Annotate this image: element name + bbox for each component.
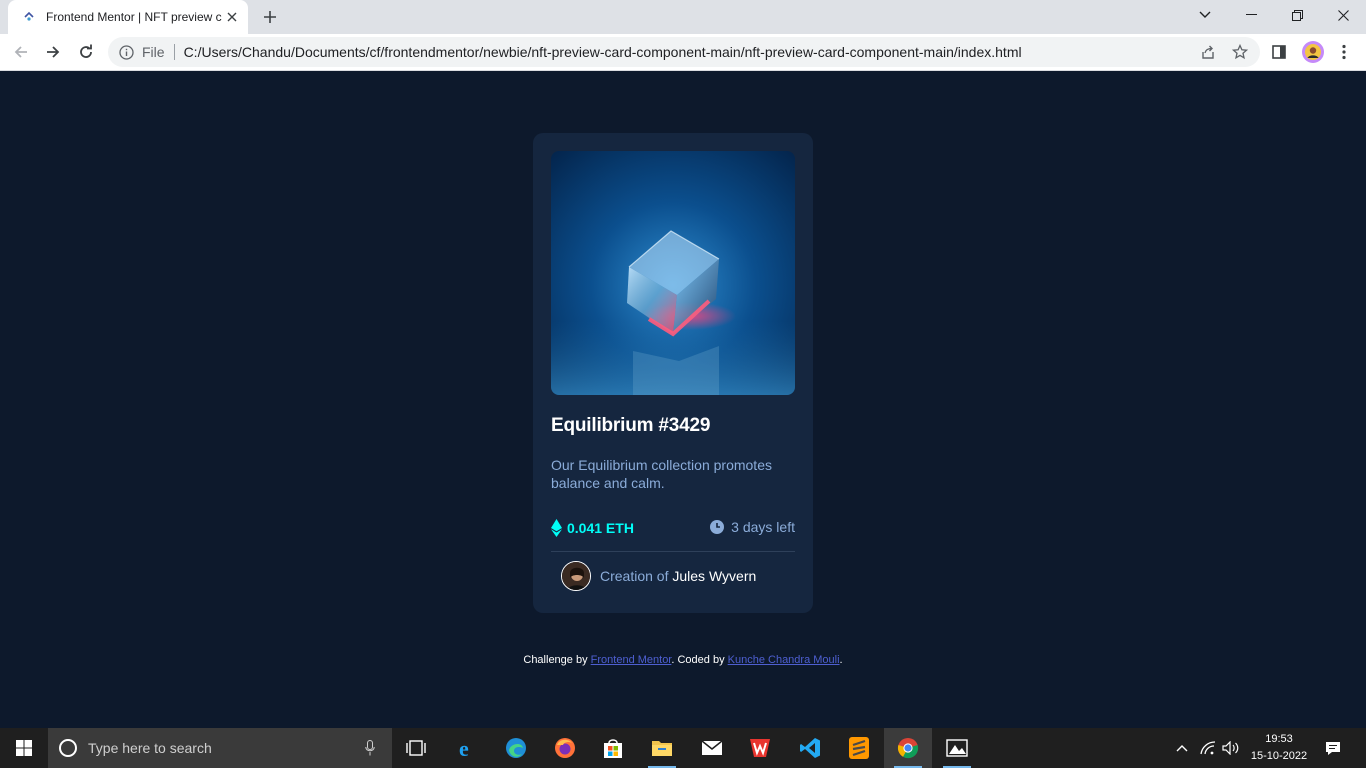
wps-office-icon[interactable] bbox=[736, 728, 784, 768]
firefox-icon[interactable] bbox=[541, 728, 589, 768]
mail-icon[interactable] bbox=[688, 728, 736, 768]
share-icon[interactable] bbox=[1200, 44, 1216, 60]
nft-title[interactable]: Equilibrium #3429 bbox=[551, 415, 710, 437]
microphone-icon[interactable] bbox=[362, 740, 378, 756]
frontend-mentor-link[interactable]: Frontend Mentor bbox=[591, 654, 672, 666]
attribution-middle: . Coded by bbox=[671, 654, 725, 666]
windows-start-icon[interactable] bbox=[0, 728, 48, 768]
ethereum-icon bbox=[551, 519, 562, 537]
microsoft-store-icon[interactable] bbox=[589, 728, 637, 768]
nft-description: Our Equilibrium collection promotes bala… bbox=[551, 457, 772, 491]
task-view-icon[interactable] bbox=[392, 728, 440, 768]
forward-arrow-icon[interactable] bbox=[40, 39, 66, 65]
time-left-value: 3 days left bbox=[731, 519, 795, 535]
browser-tabstrip: Frontend Mentor | NFT preview c bbox=[0, 0, 1366, 34]
file-explorer-icon[interactable] bbox=[638, 728, 686, 768]
attribution: Challenge by Frontend Mentor. Coded by K… bbox=[0, 654, 1366, 666]
taskbar-clock[interactable]: 19:53 15-10-2022 bbox=[1248, 731, 1310, 765]
card-divider bbox=[551, 551, 795, 552]
show-hidden-icons-chevron-icon[interactable] bbox=[1172, 728, 1192, 768]
minimize-button[interactable] bbox=[1228, 0, 1274, 30]
clock-time: 19:53 bbox=[1265, 733, 1293, 745]
browser-toolbar: File C:/Users/Chandu/Documents/cf/fronte… bbox=[0, 34, 1366, 71]
url-text[interactable]: C:/Users/Chandu/Documents/cf/frontendmen… bbox=[184, 44, 1022, 60]
creator-row: Creation of Jules Wyvern bbox=[561, 561, 756, 591]
url-scheme-label: File bbox=[142, 44, 165, 60]
browser-tab[interactable]: Frontend Mentor | NFT preview c bbox=[8, 0, 248, 34]
notification-center-icon[interactable] bbox=[1320, 728, 1346, 768]
reload-icon[interactable] bbox=[73, 39, 99, 65]
creator-name-link[interactable]: Jules Wyvern bbox=[672, 568, 756, 584]
chrome-icon[interactable] bbox=[884, 728, 932, 768]
price-row: 0.041 ETH bbox=[551, 519, 634, 537]
photos-app-icon[interactable] bbox=[933, 728, 981, 768]
wifi-icon[interactable] bbox=[1198, 728, 1218, 768]
attribution-suffix: . bbox=[839, 654, 843, 666]
creator-avatar bbox=[561, 561, 591, 591]
attribution-prefix: Challenge by bbox=[523, 654, 588, 666]
cortana-circle-icon bbox=[59, 739, 77, 757]
svg-text:e: e bbox=[459, 737, 469, 759]
restore-button[interactable] bbox=[1274, 0, 1320, 30]
edge-browser-icon[interactable] bbox=[492, 728, 540, 768]
tab-title: Frontend Mentor | NFT preview c bbox=[46, 10, 222, 24]
new-tab-button[interactable] bbox=[258, 5, 282, 29]
author-link[interactable]: Kunche Chandra Mouli bbox=[728, 654, 840, 666]
site-info-icon[interactable] bbox=[118, 44, 134, 60]
web-page: Equilibrium #3429 Our Equilibrium collec… bbox=[0, 71, 1366, 728]
nft-equilibrium-image[interactable] bbox=[551, 151, 795, 395]
address-bar[interactable]: File C:/Users/Chandu/Documents/cf/fronte… bbox=[108, 37, 1260, 67]
tab-search-chevron-icon[interactable] bbox=[1182, 0, 1228, 30]
back-arrow-icon[interactable] bbox=[8, 39, 34, 65]
frontend-mentor-favicon-icon bbox=[22, 10, 36, 24]
price-value: 0.041 ETH bbox=[567, 520, 634, 536]
vscode-icon[interactable] bbox=[786, 728, 834, 768]
profile-avatar[interactable] bbox=[1302, 41, 1324, 63]
windows-taskbar: Type here to search e 19:53 15-10-2022 bbox=[0, 728, 1366, 768]
sublime-text-icon[interactable] bbox=[835, 728, 883, 768]
clock-date: 15-10-2022 bbox=[1250, 750, 1308, 762]
bookmark-star-icon[interactable] bbox=[1232, 44, 1248, 60]
internet-explorer-icon[interactable]: e bbox=[443, 728, 491, 768]
search-placeholder: Type here to search bbox=[88, 740, 212, 756]
nft-card: Equilibrium #3429 Our Equilibrium collec… bbox=[533, 133, 813, 613]
omnibox-divider bbox=[173, 44, 175, 60]
side-panel-icon[interactable] bbox=[1270, 43, 1288, 61]
taskbar-search-box[interactable]: Type here to search bbox=[48, 728, 392, 768]
time-row: 3 days left bbox=[710, 519, 795, 535]
close-window-button[interactable] bbox=[1320, 0, 1366, 30]
volume-icon[interactable] bbox=[1220, 728, 1242, 768]
more-menu-icon[interactable] bbox=[1335, 43, 1353, 61]
tab-close-icon[interactable] bbox=[224, 9, 240, 25]
creator-label: Creation of Jules Wyvern bbox=[600, 568, 756, 584]
clock-icon bbox=[710, 520, 725, 534]
creator-prefix: Creation of bbox=[600, 568, 669, 584]
